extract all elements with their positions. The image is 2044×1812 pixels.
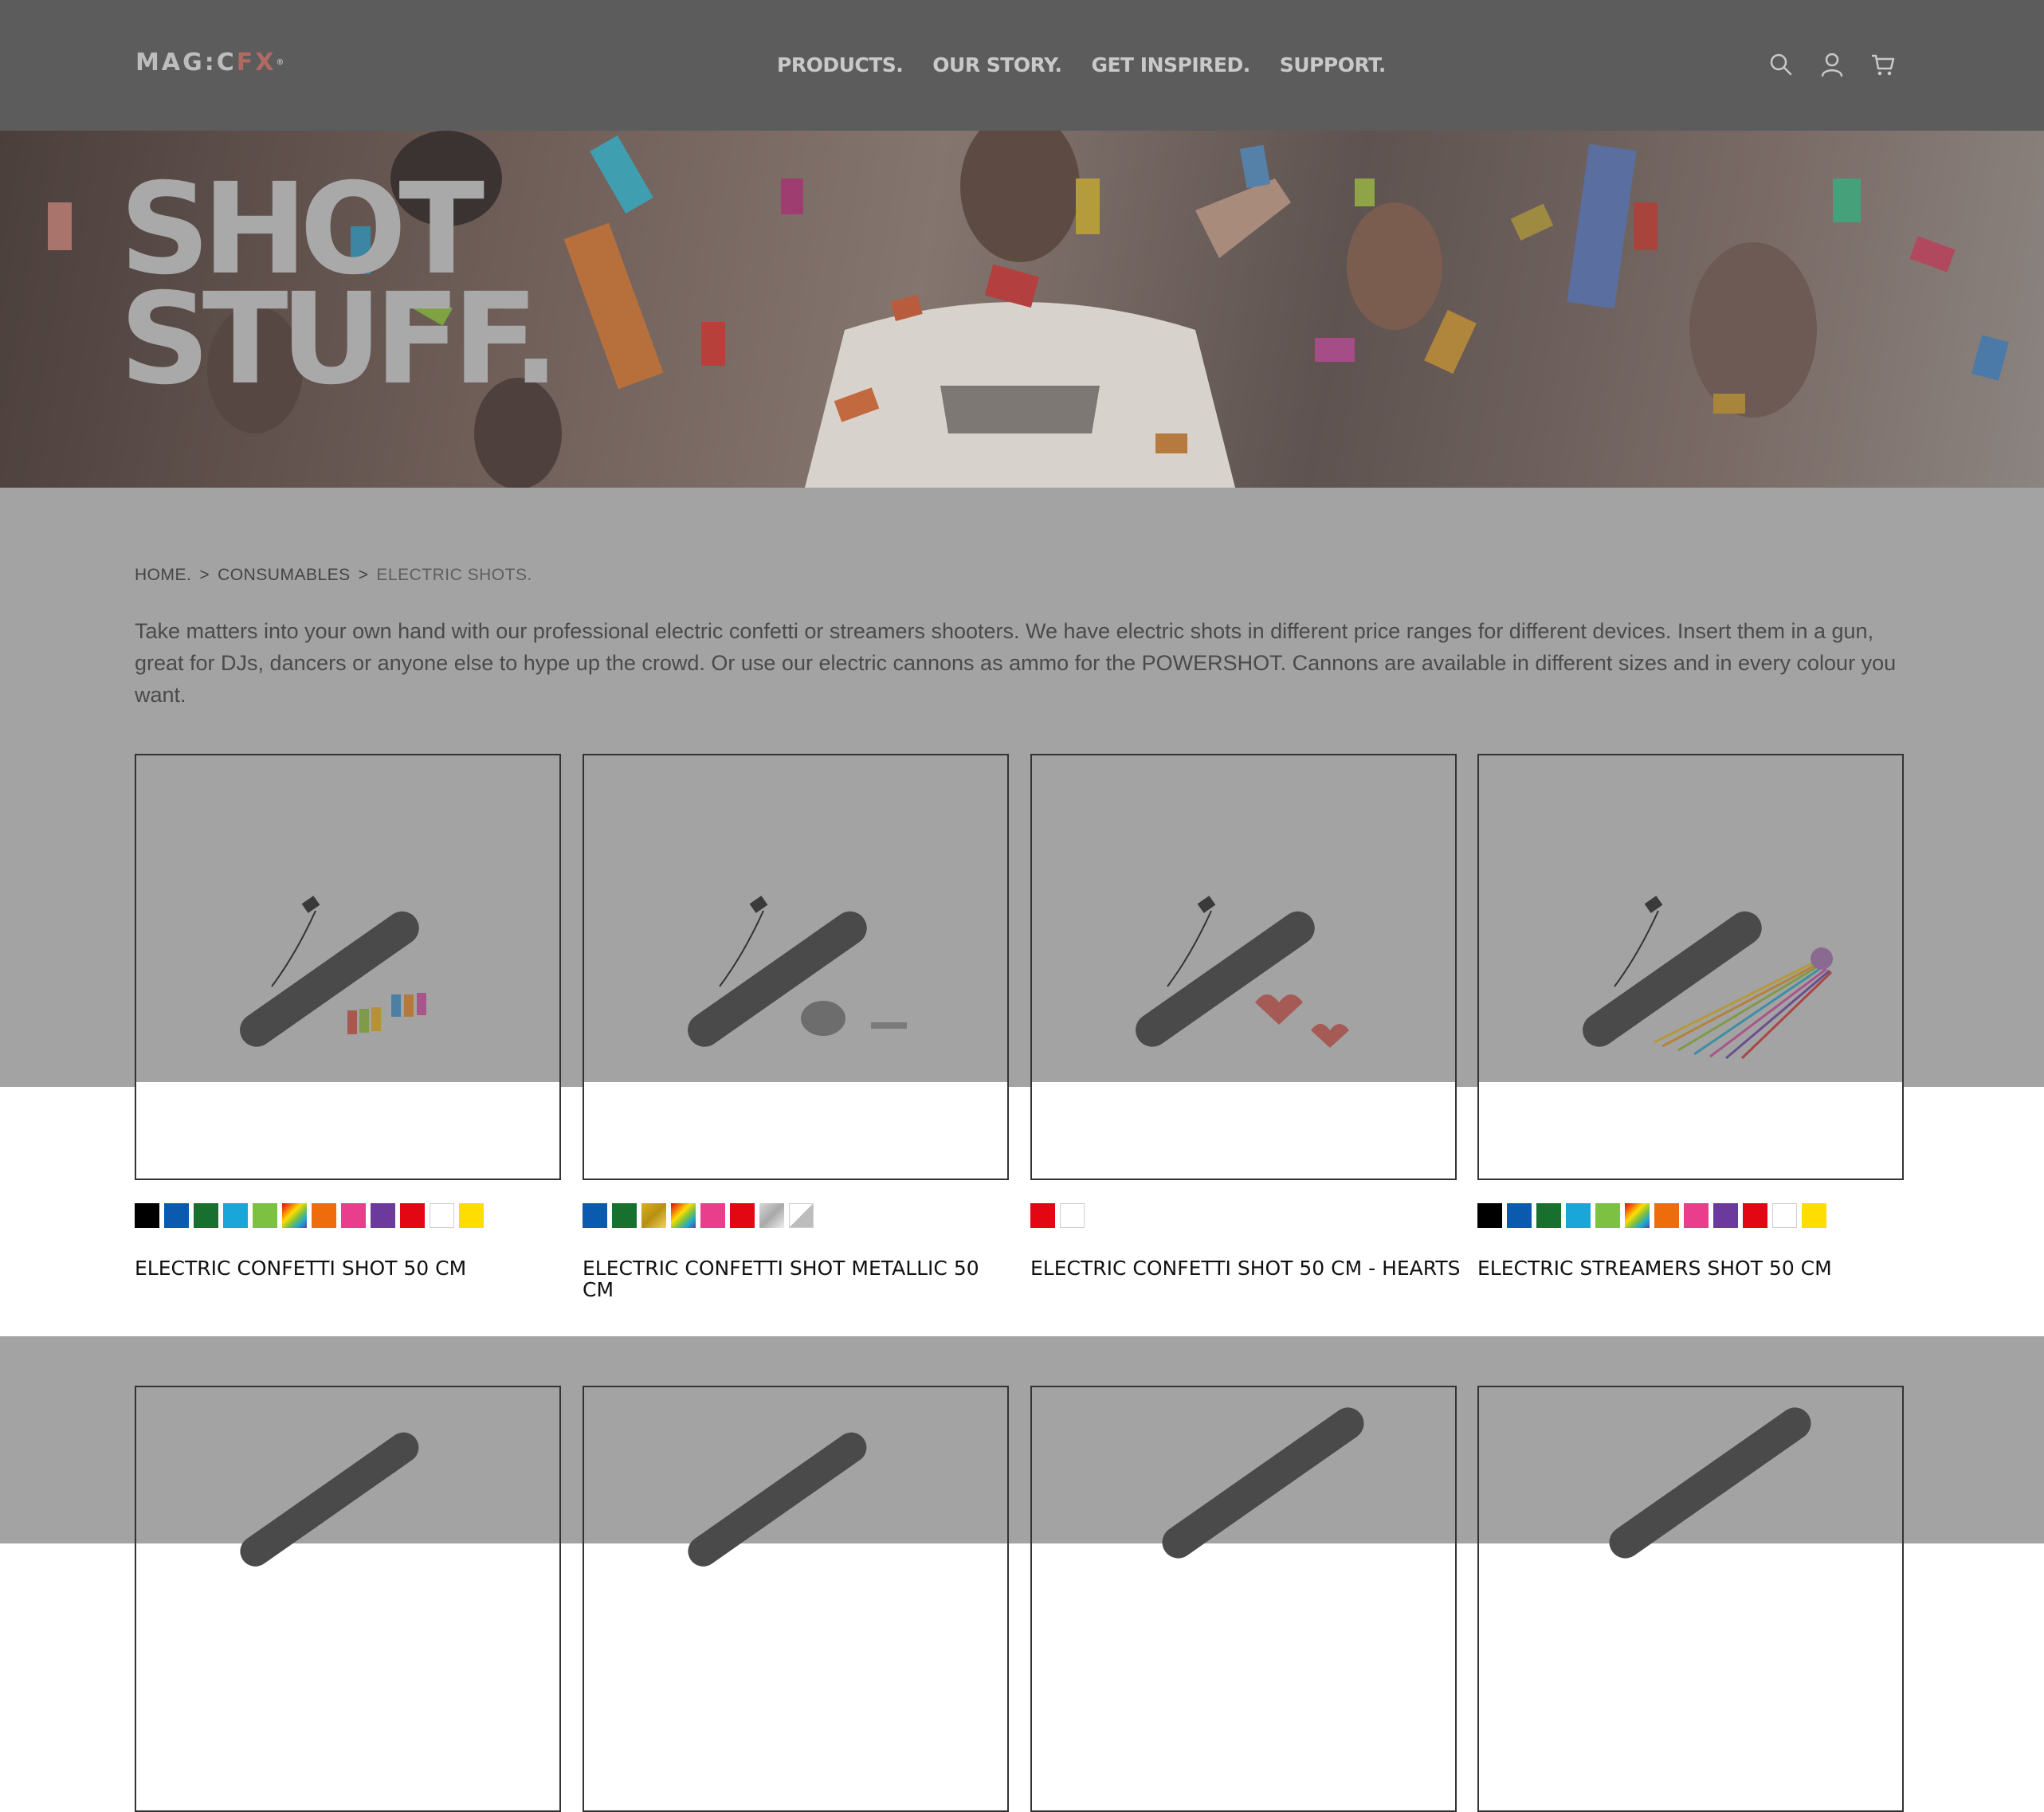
color-swatch[interactable] xyxy=(312,1203,336,1228)
color-swatch[interactable] xyxy=(1654,1203,1679,1228)
color-swatch[interactable] xyxy=(253,1203,277,1228)
color-swatch[interactable] xyxy=(730,1203,755,1228)
color-swatch[interactable] xyxy=(700,1203,725,1228)
color-swatch[interactable] xyxy=(341,1203,366,1228)
color-swatch[interactable] xyxy=(1713,1203,1738,1228)
color-swatch[interactable] xyxy=(282,1203,307,1228)
color-swatch[interactable] xyxy=(1536,1203,1561,1228)
color-swatch[interactable] xyxy=(371,1203,395,1228)
product-title[interactable]: ELECTRIC CONFETTI SHOT 50 CM xyxy=(135,1257,565,1279)
product-card[interactable] xyxy=(1477,754,1904,1180)
color-swatch[interactable] xyxy=(135,1203,159,1228)
nav-our-story[interactable]: OUR STORY. xyxy=(932,51,1062,80)
color-swatch[interactable] xyxy=(583,1203,607,1228)
product-title[interactable]: ELECTRIC CONFETTI SHOT 50 CM - HEARTS xyxy=(1030,1257,1461,1279)
product-card[interactable] xyxy=(135,1386,561,1812)
color-swatch[interactable] xyxy=(1743,1203,1767,1228)
product-card[interactable] xyxy=(1030,1386,1457,1812)
product-image xyxy=(688,1432,867,1567)
color-swatch[interactable] xyxy=(430,1203,454,1228)
breadcrumb-current: ELECTRIC SHOTS. xyxy=(376,566,532,584)
breadcrumb-separator: > xyxy=(358,566,369,584)
color-swatch[interactable] xyxy=(759,1203,784,1228)
color-swatches xyxy=(583,1203,814,1228)
color-swatch[interactable] xyxy=(671,1203,696,1228)
color-swatch[interactable] xyxy=(223,1203,248,1228)
category-intro: Take matters into your own hand with our… xyxy=(135,619,1897,707)
product-image xyxy=(1609,1407,1811,1559)
breadcrumb: HOME. > CONSUMABLES > ELECTRIC SHOTS. xyxy=(135,566,532,585)
product-card[interactable] xyxy=(583,754,1009,1180)
product-image xyxy=(1479,755,1902,1179)
color-swatches xyxy=(135,1203,484,1228)
color-swatch[interactable] xyxy=(1060,1203,1085,1228)
account-icon[interactable] xyxy=(1818,51,1846,78)
header-icons xyxy=(1767,51,1897,78)
product-image xyxy=(584,755,1007,1179)
color-swatch[interactable] xyxy=(1507,1203,1532,1228)
product-card[interactable] xyxy=(1477,1386,1904,1812)
search-icon[interactable] xyxy=(1767,51,1795,78)
color-swatch[interactable] xyxy=(194,1203,218,1228)
product-title[interactable]: ELECTRIC CONFETTI SHOT METALLIC 50 CM xyxy=(583,1257,1013,1300)
product-image xyxy=(1032,755,1455,1179)
breadcrumb-separator: > xyxy=(199,566,210,584)
color-swatch[interactable] xyxy=(400,1203,425,1228)
product-card[interactable] xyxy=(1030,754,1457,1180)
color-swatch[interactable] xyxy=(1030,1203,1055,1228)
breadcrumb-home[interactable]: HOME. xyxy=(135,566,191,585)
color-swatch[interactable] xyxy=(459,1203,484,1228)
color-swatch[interactable] xyxy=(1595,1203,1620,1228)
color-swatches xyxy=(1030,1203,1085,1228)
color-swatch[interactable] xyxy=(1625,1203,1650,1228)
hero-title: SHOT STUFF. xyxy=(120,156,560,413)
site-header: MAG:CFX® PRODUCTS. OUR STORY. GET INSPIR… xyxy=(0,0,2044,131)
color-swatch[interactable] xyxy=(789,1203,814,1228)
breadcrumb-consumables[interactable]: CONSUMABLES xyxy=(218,566,351,585)
color-swatch[interactable] xyxy=(1477,1203,1502,1228)
product-title[interactable]: ELECTRIC STREAMERS SHOT 50 CM xyxy=(1477,1257,1908,1279)
color-swatch[interactable] xyxy=(164,1203,189,1228)
main-nav: PRODUCTS. OUR STORY. GET INSPIRED. SUPPO… xyxy=(777,51,1386,80)
nav-get-inspired[interactable]: GET INSPIRED. xyxy=(1091,51,1250,80)
color-swatch[interactable] xyxy=(1684,1203,1709,1228)
cart-icon[interactable] xyxy=(1869,51,1897,78)
product-card[interactable] xyxy=(135,754,561,1180)
nav-support[interactable]: SUPPORT. xyxy=(1280,51,1387,80)
product-image xyxy=(136,755,559,1179)
hero-banner: SHOT STUFF. xyxy=(0,131,2044,488)
nav-products[interactable]: PRODUCTS. xyxy=(777,51,904,80)
color-swatch[interactable] xyxy=(1772,1203,1797,1228)
color-swatch[interactable] xyxy=(612,1203,637,1228)
magicfx-logo[interactable]: MAG:CFX® xyxy=(135,51,286,75)
color-swatch[interactable] xyxy=(1566,1203,1591,1228)
color-swatch[interactable] xyxy=(1802,1203,1826,1228)
color-swatches xyxy=(1477,1203,1826,1228)
color-swatch[interactable] xyxy=(641,1203,666,1228)
product-card[interactable] xyxy=(583,1386,1009,1812)
product-image xyxy=(240,1432,419,1567)
product-image xyxy=(1162,1407,1364,1559)
